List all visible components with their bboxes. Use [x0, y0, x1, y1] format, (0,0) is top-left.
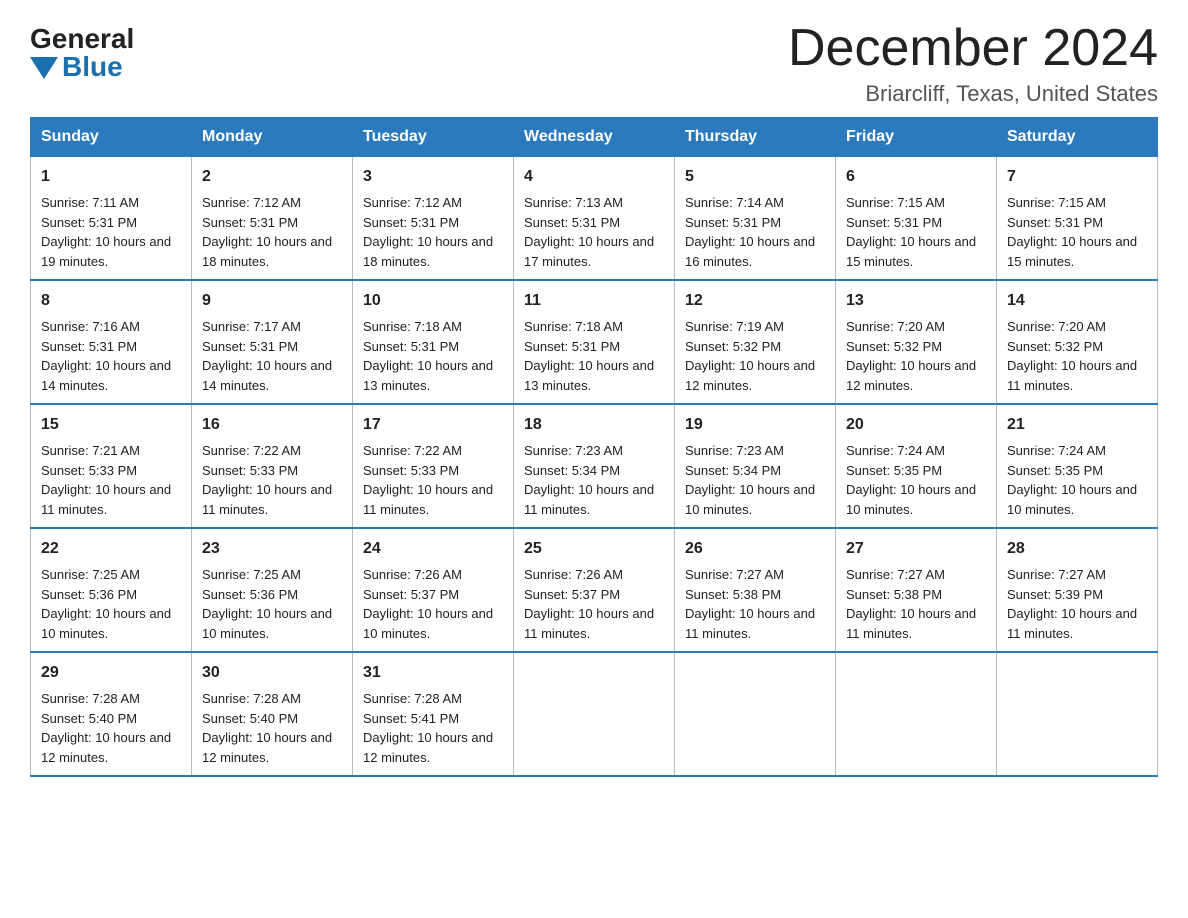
calendar-header-row: SundayMondayTuesdayWednesdayThursdayFrid… — [31, 118, 1158, 157]
logo-blue-bar: Blue — [30, 53, 123, 81]
page-header: General Blue December 2024 Briarcliff, T… — [30, 20, 1158, 107]
logo-general-text: General — [30, 25, 134, 53]
page-subtitle: Briarcliff, Texas, United States — [788, 81, 1158, 107]
day-number: 24 — [363, 537, 503, 561]
day-number: 1 — [41, 165, 181, 189]
calendar-cell: 12Sunrise: 7:19 AMSunset: 5:32 PMDayligh… — [675, 280, 836, 404]
calendar-cell: 30Sunrise: 7:28 AMSunset: 5:40 PMDayligh… — [192, 652, 353, 776]
day-number: 20 — [846, 413, 986, 437]
calendar-week-row: 15Sunrise: 7:21 AMSunset: 5:33 PMDayligh… — [31, 404, 1158, 528]
calendar-week-row: 8Sunrise: 7:16 AMSunset: 5:31 PMDaylight… — [31, 280, 1158, 404]
calendar-cell: 28Sunrise: 7:27 AMSunset: 5:39 PMDayligh… — [997, 528, 1158, 652]
calendar-cell: 25Sunrise: 7:26 AMSunset: 5:37 PMDayligh… — [514, 528, 675, 652]
day-number: 30 — [202, 661, 342, 685]
calendar-cell: 1Sunrise: 7:11 AMSunset: 5:31 PMDaylight… — [31, 157, 192, 281]
logo-blue-text: Blue — [62, 53, 123, 81]
calendar-cell: 22Sunrise: 7:25 AMSunset: 5:36 PMDayligh… — [31, 528, 192, 652]
title-block: December 2024 Briarcliff, Texas, United … — [788, 20, 1158, 107]
calendar-cell — [836, 652, 997, 776]
calendar-cell: 11Sunrise: 7:18 AMSunset: 5:31 PMDayligh… — [514, 280, 675, 404]
calendar-cell: 19Sunrise: 7:23 AMSunset: 5:34 PMDayligh… — [675, 404, 836, 528]
calendar-cell: 15Sunrise: 7:21 AMSunset: 5:33 PMDayligh… — [31, 404, 192, 528]
day-number: 11 — [524, 289, 664, 313]
day-number: 27 — [846, 537, 986, 561]
day-number: 29 — [41, 661, 181, 685]
day-number: 6 — [846, 165, 986, 189]
day-number: 16 — [202, 413, 342, 437]
day-number: 4 — [524, 165, 664, 189]
logo: General Blue — [30, 20, 134, 81]
calendar-cell: 2Sunrise: 7:12 AMSunset: 5:31 PMDaylight… — [192, 157, 353, 281]
day-number: 22 — [41, 537, 181, 561]
calendar-day-header: Sunday — [31, 118, 192, 157]
calendar-cell: 5Sunrise: 7:14 AMSunset: 5:31 PMDaylight… — [675, 157, 836, 281]
day-number: 14 — [1007, 289, 1147, 313]
calendar-body: 1Sunrise: 7:11 AMSunset: 5:31 PMDaylight… — [31, 157, 1158, 777]
day-number: 9 — [202, 289, 342, 313]
day-number: 13 — [846, 289, 986, 313]
calendar-cell: 7Sunrise: 7:15 AMSunset: 5:31 PMDaylight… — [997, 157, 1158, 281]
day-number: 28 — [1007, 537, 1147, 561]
calendar-cell: 23Sunrise: 7:25 AMSunset: 5:36 PMDayligh… — [192, 528, 353, 652]
day-number: 21 — [1007, 413, 1147, 437]
calendar-day-header: Saturday — [997, 118, 1158, 157]
calendar-week-row: 1Sunrise: 7:11 AMSunset: 5:31 PMDaylight… — [31, 157, 1158, 281]
calendar-cell: 20Sunrise: 7:24 AMSunset: 5:35 PMDayligh… — [836, 404, 997, 528]
calendar-day-header: Friday — [836, 118, 997, 157]
calendar-week-row: 29Sunrise: 7:28 AMSunset: 5:40 PMDayligh… — [31, 652, 1158, 776]
day-number: 7 — [1007, 165, 1147, 189]
calendar-cell — [997, 652, 1158, 776]
calendar-day-header: Thursday — [675, 118, 836, 157]
calendar-cell: 10Sunrise: 7:18 AMSunset: 5:31 PMDayligh… — [353, 280, 514, 404]
calendar-cell: 26Sunrise: 7:27 AMSunset: 5:38 PMDayligh… — [675, 528, 836, 652]
day-number: 10 — [363, 289, 503, 313]
day-number: 3 — [363, 165, 503, 189]
calendar-cell: 13Sunrise: 7:20 AMSunset: 5:32 PMDayligh… — [836, 280, 997, 404]
day-number: 12 — [685, 289, 825, 313]
calendar-cell: 14Sunrise: 7:20 AMSunset: 5:32 PMDayligh… — [997, 280, 1158, 404]
calendar-cell: 18Sunrise: 7:23 AMSunset: 5:34 PMDayligh… — [514, 404, 675, 528]
calendar-cell: 27Sunrise: 7:27 AMSunset: 5:38 PMDayligh… — [836, 528, 997, 652]
day-number: 2 — [202, 165, 342, 189]
day-number: 17 — [363, 413, 503, 437]
calendar-cell: 9Sunrise: 7:17 AMSunset: 5:31 PMDaylight… — [192, 280, 353, 404]
calendar-cell: 31Sunrise: 7:28 AMSunset: 5:41 PMDayligh… — [353, 652, 514, 776]
calendar-cell: 16Sunrise: 7:22 AMSunset: 5:33 PMDayligh… — [192, 404, 353, 528]
day-number: 8 — [41, 289, 181, 313]
calendar-cell: 21Sunrise: 7:24 AMSunset: 5:35 PMDayligh… — [997, 404, 1158, 528]
calendar-cell: 6Sunrise: 7:15 AMSunset: 5:31 PMDaylight… — [836, 157, 997, 281]
day-number: 5 — [685, 165, 825, 189]
day-number: 23 — [202, 537, 342, 561]
calendar-table: SundayMondayTuesdayWednesdayThursdayFrid… — [30, 117, 1158, 777]
page-title: December 2024 — [788, 20, 1158, 77]
calendar-cell: 17Sunrise: 7:22 AMSunset: 5:33 PMDayligh… — [353, 404, 514, 528]
calendar-cell: 8Sunrise: 7:16 AMSunset: 5:31 PMDaylight… — [31, 280, 192, 404]
day-number: 19 — [685, 413, 825, 437]
calendar-cell: 4Sunrise: 7:13 AMSunset: 5:31 PMDaylight… — [514, 157, 675, 281]
calendar-day-header: Wednesday — [514, 118, 675, 157]
day-number: 26 — [685, 537, 825, 561]
calendar-cell: 3Sunrise: 7:12 AMSunset: 5:31 PMDaylight… — [353, 157, 514, 281]
calendar-day-header: Tuesday — [353, 118, 514, 157]
day-number: 18 — [524, 413, 664, 437]
calendar-cell: 29Sunrise: 7:28 AMSunset: 5:40 PMDayligh… — [31, 652, 192, 776]
calendar-cell: 24Sunrise: 7:26 AMSunset: 5:37 PMDayligh… — [353, 528, 514, 652]
calendar-week-row: 22Sunrise: 7:25 AMSunset: 5:36 PMDayligh… — [31, 528, 1158, 652]
calendar-day-header: Monday — [192, 118, 353, 157]
calendar-header: SundayMondayTuesdayWednesdayThursdayFrid… — [31, 118, 1158, 157]
logo-triangle-icon — [30, 57, 58, 79]
day-number: 31 — [363, 661, 503, 685]
calendar-cell — [514, 652, 675, 776]
day-number: 15 — [41, 413, 181, 437]
day-number: 25 — [524, 537, 664, 561]
calendar-cell — [675, 652, 836, 776]
